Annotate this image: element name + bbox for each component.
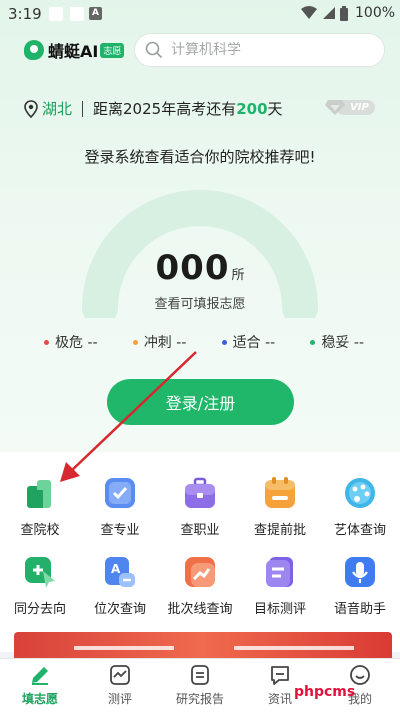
countdown-days: 200 xyxy=(236,99,268,118)
legend-dot xyxy=(221,339,227,345)
grid-item-label: 批次线查询 xyxy=(167,602,233,617)
voice-icon xyxy=(343,555,377,589)
brand-tag: 志愿 xyxy=(100,42,125,58)
diamond-icon xyxy=(325,100,345,115)
status-bar: 3:19 A 100% xyxy=(0,0,400,28)
tab-assessment[interactable]: 测评 xyxy=(80,659,160,707)
smile-icon xyxy=(349,664,371,686)
legend-dot xyxy=(132,339,138,345)
brand-name: 蜻蜓AI xyxy=(48,42,99,61)
grid-item-major[interactable]: 查专业 xyxy=(80,476,160,538)
grid-item-rank[interactable]: A 位次查询 xyxy=(80,555,160,617)
battery-icon xyxy=(340,6,348,21)
legend-label: 冲刺 -- xyxy=(143,335,187,351)
chart-icon xyxy=(109,664,131,686)
tab-label: 研究报告 xyxy=(175,692,224,706)
grid-item-label: 目标测评 xyxy=(253,602,306,617)
score-display: 000 所 xyxy=(0,248,400,288)
grid-item-batch-line[interactable]: 批次线查询 xyxy=(160,555,240,617)
grid-item-target[interactable]: 目标测评 xyxy=(240,555,320,617)
legend-item: 极危 -- xyxy=(44,332,98,352)
legend-item: 稳妥 -- xyxy=(310,332,364,352)
tab-label: 测评 xyxy=(107,692,132,706)
grid-item-label: 艺体查询 xyxy=(333,523,386,538)
grid-item-label: 查提前批 xyxy=(253,523,306,538)
target-icon xyxy=(263,555,297,589)
career-icon xyxy=(183,476,217,510)
countdown-prefix: 距离2025年高考还有 xyxy=(93,100,237,118)
grid-item-same-score[interactable]: 同分去向 xyxy=(0,555,80,617)
score-caption: 查看可填报志愿 xyxy=(154,297,246,312)
risk-legend: 极危 -- 冲刺 -- 适合 -- 稳妥 -- xyxy=(44,332,364,352)
tab-label: 填志愿 xyxy=(21,692,58,706)
search-bar[interactable] xyxy=(134,33,385,67)
legend-label: 极危 -- xyxy=(55,335,98,351)
grid-item-label: 查院校 xyxy=(20,523,60,538)
art-icon xyxy=(343,476,377,510)
notification-icon xyxy=(49,7,63,21)
watermark: phpcms xyxy=(294,684,356,700)
login-register-button[interactable]: 登录/注册 xyxy=(107,379,294,425)
tab-research-report[interactable]: 研究报告 xyxy=(160,659,240,707)
search-input[interactable] xyxy=(171,42,361,58)
grid-item-label: 查职业 xyxy=(180,523,220,538)
batch-line-icon xyxy=(183,555,217,589)
grid-item-label: 语音助手 xyxy=(333,602,386,617)
score-unit: 所 xyxy=(231,268,245,283)
svg-text:A: A xyxy=(111,562,121,576)
grid-item-art[interactable]: 艺体查询 xyxy=(320,476,400,538)
login-prompt: 登录系统查看适合你的院校推荐吧! xyxy=(84,148,316,166)
grid-item-voice[interactable]: 语音助手 xyxy=(320,555,400,617)
battery-percent: 100% xyxy=(355,5,396,21)
signal-icon xyxy=(323,7,335,19)
status-time: 3:19 xyxy=(8,5,42,23)
banner-decoration xyxy=(74,646,174,650)
same-score-icon xyxy=(23,555,57,589)
grid-item-career[interactable]: 查职业 xyxy=(160,476,240,538)
province-selector[interactable]: 湖北 xyxy=(42,98,72,119)
info-row: 湖北 距离2025年高考还有 200 天 xyxy=(24,98,283,119)
rank-icon: A xyxy=(103,555,137,589)
message-icon xyxy=(269,664,291,686)
legend-item: 适合 -- xyxy=(221,332,276,352)
legend-label: 稳妥 -- xyxy=(321,335,364,351)
banner-decoration xyxy=(234,646,354,650)
tab-fill-application[interactable]: 填志愿 xyxy=(0,659,80,707)
grid-item-label: 同分去向 xyxy=(13,602,66,617)
grid-item-label: 查专业 xyxy=(100,523,140,538)
location-pin-icon xyxy=(24,99,38,118)
grid-item-school[interactable]: 查院校 xyxy=(0,476,80,538)
score-value: 000 xyxy=(155,248,230,288)
search-icon xyxy=(145,41,163,59)
app-notification-icon: A xyxy=(89,7,102,20)
report-icon xyxy=(189,664,211,686)
pencil-icon xyxy=(29,664,51,686)
grid-item-label: 位次查询 xyxy=(93,602,146,617)
legend-label: 适合 -- xyxy=(232,335,276,351)
school-icon xyxy=(23,476,57,510)
legend-dot xyxy=(44,339,49,345)
legend-dot xyxy=(310,339,316,345)
notification-icon xyxy=(70,7,84,21)
grid-item-early-batch[interactable]: 查提前批 xyxy=(240,476,320,538)
countdown-suffix: 天 xyxy=(267,100,283,118)
divider xyxy=(82,100,84,117)
early-batch-icon xyxy=(263,476,297,510)
dragonfly-logo-icon xyxy=(24,40,44,60)
legend-item: 冲刺 -- xyxy=(132,332,187,352)
wifi-icon xyxy=(301,6,317,19)
app-logo: 蜻蜓AI 志愿 xyxy=(24,38,125,62)
major-icon xyxy=(103,476,137,510)
vip-badge[interactable]: VIP xyxy=(324,98,375,116)
